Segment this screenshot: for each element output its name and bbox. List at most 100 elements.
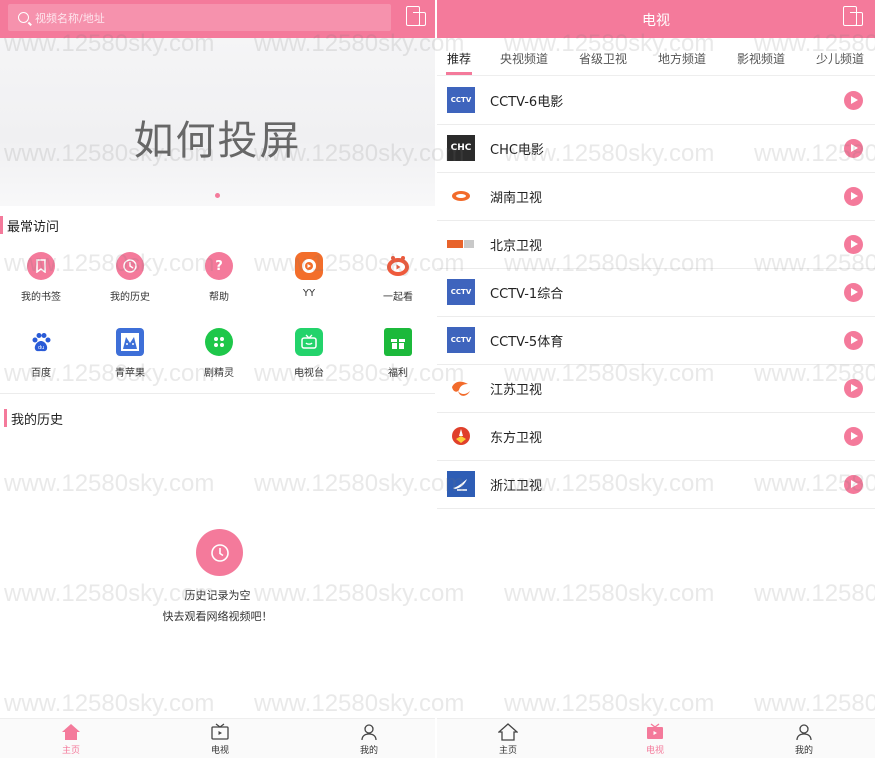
nav-mine-label: 我的	[794, 746, 813, 756]
tab-recommended[interactable]: 推荐	[447, 50, 471, 67]
banner-text: 如何投屏	[133, 118, 302, 164]
history-icon	[116, 252, 144, 280]
play-icon[interactable]	[844, 379, 863, 398]
play-icon[interactable]	[844, 235, 863, 254]
cctv-logo-icon: CCTV	[447, 87, 475, 113]
channel-row[interactable]: 湖南卫视	[437, 173, 875, 221]
page-title: 电视	[642, 13, 670, 29]
channel-name: 东方卫视	[490, 431, 543, 446]
shortcut-tv-station[interactable]: 电视台	[274, 328, 344, 379]
shortcut-yy[interactable]: YY	[274, 252, 344, 299]
shortcut-label: 剧精灵	[204, 368, 234, 379]
tv-screen: 电视 推荐 央视频道 省级卫视 地方频道 影视频道 少儿频道 CCTV CCTV…	[437, 0, 875, 758]
channel-row[interactable]: CCTV CCTV-5体育	[437, 317, 875, 365]
screen-cast-icon[interactable]	[841, 5, 865, 29]
shortcut-green-apple[interactable]: 青苹果	[95, 328, 165, 379]
play-icon[interactable]	[844, 331, 863, 350]
channel-row[interactable]: CCTV CCTV-1综合	[437, 269, 875, 317]
banner[interactable]: 如何投屏	[0, 38, 435, 206]
bookmark-icon	[27, 252, 55, 280]
channel-name: CCTV-5体育	[490, 335, 564, 350]
channel-row[interactable]: 北京卫视	[437, 221, 875, 269]
channel-category-tabs: 推荐 央视频道 省级卫视 地方频道 影视频道 少儿频道	[437, 40, 875, 76]
tv-top-bar: 电视	[437, 0, 875, 38]
watch-together-icon	[384, 252, 412, 280]
user-icon	[359, 723, 379, 741]
search-placeholder: 视频名称/地址	[35, 11, 105, 25]
screen-cast-icon[interactable]	[404, 5, 428, 29]
nav-tv[interactable]: 电视	[195, 723, 245, 756]
nav-mine-label: 我的	[359, 746, 378, 756]
channel-row[interactable]: CHC CHC电影	[437, 125, 875, 173]
nav-mine[interactable]: 我的	[779, 723, 829, 756]
tab-kids[interactable]: 少儿频道	[816, 50, 864, 67]
channel-name: 江苏卫视	[490, 383, 543, 398]
tab-local[interactable]: 地方频道	[658, 50, 706, 67]
shortcut-drama-elf[interactable]: 剧精灵	[184, 328, 254, 379]
channel-name: 湖南卫视	[490, 191, 543, 206]
channel-name: CCTV-6电影	[490, 95, 564, 110]
search-input[interactable]: 视频名称/地址	[8, 4, 391, 31]
nav-home[interactable]: 主页	[483, 723, 533, 756]
tab-provincial[interactable]: 省级卫视	[579, 50, 627, 67]
nav-mine[interactable]: 我的	[344, 723, 394, 756]
home-icon	[497, 723, 519, 741]
play-icon[interactable]	[844, 187, 863, 206]
shortcut-baidu[interactable]: du 百度	[6, 328, 76, 379]
svg-text:du: du	[38, 345, 44, 351]
nav-home-label: 主页	[498, 746, 517, 756]
home-icon	[61, 723, 81, 741]
channel-name: CCTV-1综合	[490, 287, 564, 302]
tab-movie[interactable]: 影视频道	[737, 50, 785, 67]
search-icon	[18, 12, 29, 23]
bottom-nav: 主页 电视 我的	[437, 718, 875, 758]
yy-icon	[295, 252, 323, 280]
channel-name: 北京卫视	[490, 239, 543, 254]
section-accent-bar	[4, 409, 7, 427]
channel-row[interactable]: 江苏卫视	[437, 365, 875, 413]
shortcut-history[interactable]: 我的历史	[95, 252, 165, 303]
green-apple-icon	[116, 328, 144, 356]
nav-tv-label: 电视	[645, 746, 664, 756]
nav-tv[interactable]: 电视	[630, 723, 680, 756]
tv-icon	[210, 723, 230, 741]
tv-icon	[645, 723, 665, 741]
shortcut-label: 青苹果	[115, 368, 145, 379]
nav-home[interactable]: 主页	[46, 723, 96, 756]
play-icon[interactable]	[844, 283, 863, 302]
tv-station-icon	[295, 328, 323, 356]
nav-home-label: 主页	[61, 746, 80, 756]
shortcut-bookmarks[interactable]: 我的书签	[6, 252, 76, 303]
shortcut-watch-together[interactable]: 一起看	[363, 252, 433, 303]
user-icon	[794, 723, 814, 741]
nav-tv-label: 电视	[210, 746, 229, 756]
play-icon[interactable]	[844, 91, 863, 110]
shortcut-label: 我的历史	[110, 292, 150, 303]
empty-history-title: 历史记录为空	[184, 589, 251, 602]
banner-indicator	[215, 193, 220, 198]
channel-row[interactable]: 浙江卫视	[437, 461, 875, 509]
shortcut-welfare[interactable]: 福利	[363, 328, 433, 379]
channel-name: 浙江卫视	[490, 479, 543, 494]
gift-icon	[384, 328, 412, 356]
play-icon[interactable]	[844, 427, 863, 446]
bottom-nav: 主页 电视 我的	[0, 718, 435, 758]
shortcut-label: 帮助	[209, 292, 229, 303]
shortcut-label: 一起看	[383, 292, 413, 303]
play-icon[interactable]	[844, 139, 863, 158]
history-section-header: 我的历史	[0, 407, 63, 429]
frequent-section-header: 最常访问	[0, 214, 59, 236]
empty-history-hint: 快去观看网络视频吧！	[162, 610, 273, 623]
hunan-tv-logo-icon	[447, 183, 475, 209]
channel-row[interactable]: CCTV CCTV-6电影	[437, 77, 875, 125]
shortcut-help[interactable]: ? 帮助	[184, 252, 254, 303]
tab-cctv[interactable]: 央视频道	[500, 50, 548, 67]
empty-history-icon	[196, 529, 243, 576]
play-icon[interactable]	[844, 475, 863, 494]
chc-logo-icon: CHC	[447, 135, 475, 161]
home-top-bar: 视频名称/地址	[0, 0, 435, 38]
zhejiang-tv-logo-icon	[447, 471, 475, 497]
shortcut-label: 百度	[31, 368, 51, 379]
channel-row[interactable]: 东方卫视	[437, 413, 875, 461]
beijing-tv-logo-icon	[447, 231, 475, 257]
